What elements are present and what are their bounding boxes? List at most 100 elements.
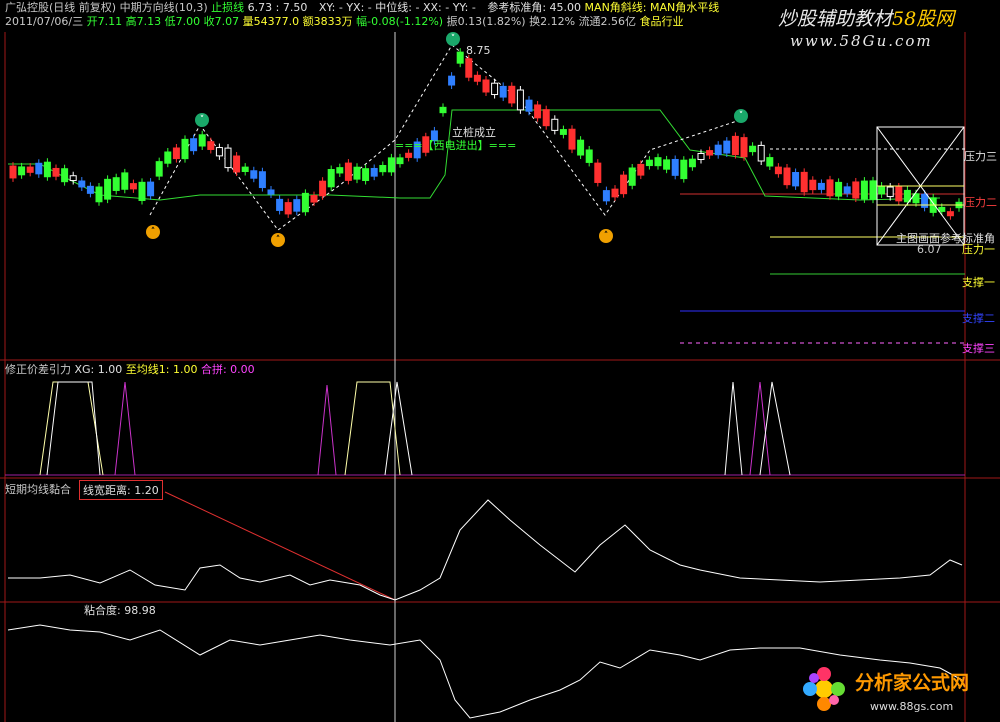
candle-body xyxy=(336,167,344,174)
candle-body xyxy=(835,181,843,197)
candle-body xyxy=(688,158,696,168)
buy-signal-icon[interactable]: ˄ xyxy=(271,233,285,247)
candle-body xyxy=(267,189,275,195)
candle-body xyxy=(551,118,559,131)
candle-body xyxy=(18,166,26,176)
panel3-title[interactable]: 短期均线黏合 xyxy=(5,483,71,496)
candle-body xyxy=(362,168,370,182)
candle-body xyxy=(52,167,60,177)
candle-body xyxy=(895,186,903,202)
quote-volume: 量54377.0 xyxy=(242,15,300,28)
candle-body xyxy=(860,180,868,200)
candle-body xyxy=(121,172,129,190)
yx-value: YX: - xyxy=(346,1,372,14)
candle-body xyxy=(654,157,662,167)
pressure-3-label: 压力三 xyxy=(964,150,997,163)
combined-signal-trace xyxy=(749,381,771,476)
combined-signal-trace xyxy=(317,384,337,476)
buy-signal-label: ===【西电进出】=== xyxy=(395,139,517,152)
quote-amplitude: 振0.13(1.82%) xyxy=(446,15,526,28)
candle-body xyxy=(680,159,688,180)
candle-body xyxy=(129,183,137,190)
candle-body xyxy=(172,147,180,160)
candle-body xyxy=(663,159,671,170)
candle-body xyxy=(344,162,352,181)
quote-industry: 食品行业 xyxy=(639,15,684,28)
watermark-title: 炒股辅助教材58股网 xyxy=(778,4,954,31)
candle-body xyxy=(104,178,112,200)
candle-body xyxy=(250,170,258,179)
man-level: MAN角水平线 xyxy=(650,1,720,14)
candle-body xyxy=(43,161,51,178)
candle-body xyxy=(637,163,645,176)
candle-body xyxy=(78,180,86,188)
stake-label: 立桩成立 xyxy=(452,126,496,139)
candle-body xyxy=(516,89,524,111)
quote-change: 幅-0.08(-1.12%) xyxy=(356,15,444,28)
candle-body xyxy=(258,171,266,189)
buy-signal-icon[interactable]: ˄ xyxy=(599,229,613,243)
candle-body xyxy=(310,195,318,203)
watermark-title-text: 炒股辅助教材 xyxy=(778,8,893,30)
candle-body xyxy=(852,181,860,199)
quote-high: 高7.13 xyxy=(125,15,162,28)
candle-body xyxy=(353,166,361,180)
candle-body xyxy=(112,177,120,191)
support-3-label: 支撑三 xyxy=(962,342,995,355)
stock-name[interactable]: 广弘控股(日线 前复权) xyxy=(5,1,116,14)
candle-body xyxy=(155,161,163,177)
yy-value: YY: - xyxy=(452,1,476,14)
buy-signal-icon[interactable]: ˄ xyxy=(146,225,160,239)
bottom-url: www.88gs.com xyxy=(870,700,954,713)
candle-body xyxy=(611,188,619,198)
candle-body xyxy=(327,169,335,188)
ma-signal-trace xyxy=(46,381,101,476)
man-slope: MAN角斜线: xyxy=(584,1,647,14)
candle-body xyxy=(370,167,378,177)
candle-body xyxy=(620,174,628,195)
candle-body xyxy=(491,82,499,96)
candle-body xyxy=(473,74,481,82)
indicator-name: 中期方向线(10,3) xyxy=(119,1,208,14)
candle-body xyxy=(525,99,533,112)
width-distance-label: 线宽距离: 1.20 xyxy=(83,484,159,497)
sell-signal-icon[interactable]: ˅ xyxy=(734,109,748,123)
candle-body xyxy=(577,139,585,156)
label-pointer-line xyxy=(164,491,396,601)
candle-body xyxy=(602,190,610,202)
candle-body xyxy=(35,162,43,175)
support-1-label: 支撑一 xyxy=(962,276,995,289)
candle-body xyxy=(946,211,954,217)
panel4-title[interactable]: 粘合度: 98.98 xyxy=(84,604,156,617)
panel2-title[interactable]: 修正价差引力 xyxy=(5,363,71,376)
candle-body xyxy=(448,75,456,86)
candle-body xyxy=(809,179,817,191)
header-row-2: 2011/07/06/三 开7.11 高7.13 低7.00 收7.07 量54… xyxy=(5,15,684,28)
header-row-1: 广弘控股(日线 前复权) 中期方向线(10,3) 止损线 6.73 : 7.50… xyxy=(5,1,719,14)
brand-logo-icon xyxy=(800,664,848,714)
candle-body xyxy=(817,182,825,190)
candle-body xyxy=(301,192,309,213)
panel2-xg: XG: 1.00 xyxy=(74,363,123,376)
quote-close: 收7.07 xyxy=(203,15,240,28)
stop-label: 止损线 xyxy=(211,1,245,14)
ref-angle: 参考标准角: 45.00 xyxy=(487,1,582,14)
sell-signal-icon[interactable]: ˅ xyxy=(446,32,460,46)
peak-price-label: 8.75 xyxy=(466,44,491,57)
candle-body xyxy=(61,168,69,183)
reference-box-value: 6.07 xyxy=(917,243,942,256)
stock-chart-window[interactable]: 广弘控股(日线 前复权) 中期方向线(10,3) 止损线 6.73 : 7.50… xyxy=(0,0,1000,722)
quote-open: 开7.11 xyxy=(86,15,123,28)
quote-date: 2011/07/06/三 xyxy=(5,15,84,28)
candle-body xyxy=(594,162,602,183)
sell-signal-icon[interactable]: ˅ xyxy=(195,113,209,127)
candle-body xyxy=(138,181,146,201)
candle-body xyxy=(9,165,17,179)
candle-body xyxy=(628,167,636,186)
stop-value: 6.73 : 7.50 xyxy=(247,1,308,14)
candle-body xyxy=(800,171,808,193)
short-ma-adhesion-line xyxy=(8,499,963,601)
candle-body xyxy=(740,137,748,158)
panel2-series xyxy=(39,381,791,476)
combined-signal-trace xyxy=(114,381,136,476)
